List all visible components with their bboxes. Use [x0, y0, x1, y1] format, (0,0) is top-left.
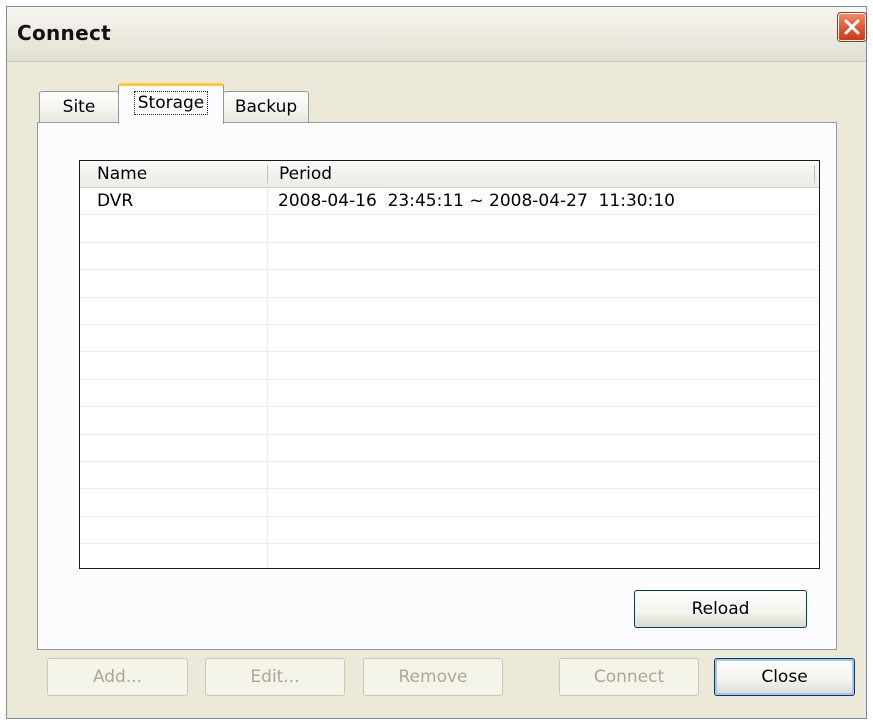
table-row[interactable]	[80, 517, 819, 545]
tab-backup[interactable]: Backup	[223, 91, 309, 123]
window-close-button[interactable]	[837, 12, 867, 42]
tab-site[interactable]: Site	[39, 91, 119, 123]
table-row[interactable]	[80, 352, 819, 380]
remove-button[interactable]: Remove	[363, 658, 503, 696]
column-divider[interactable]	[267, 165, 268, 183]
table-row[interactable]	[80, 243, 819, 271]
table-row[interactable]	[80, 462, 819, 490]
table-row[interactable]	[80, 215, 819, 243]
storage-tab-panel: Name Period DVR 2008-04-16 23:45:11 ~ 200…	[37, 122, 837, 650]
table-row[interactable]	[80, 270, 819, 298]
close-button[interactable]: Close	[714, 658, 855, 696]
tab-storage-label: Storage	[133, 91, 209, 115]
edit-button[interactable]: Edit...	[205, 658, 345, 696]
storage-list[interactable]: Name Period DVR 2008-04-16 23:45:11 ~ 200…	[79, 160, 820, 569]
row-name-cell: DVR	[97, 191, 134, 211]
reload-button[interactable]: Reload	[634, 590, 807, 628]
tab-storage[interactable]: Storage	[118, 83, 224, 124]
row-period-cell: 2008-04-16 23:45:11 ~ 2008-04-27 11:30:1…	[278, 191, 675, 211]
title-bar[interactable]: Connect	[7, 7, 867, 62]
add-button[interactable]: Add...	[47, 658, 188, 696]
table-row[interactable]	[80, 325, 819, 353]
table-row[interactable]	[80, 298, 819, 325]
list-rows: DVR 2008-04-16 23:45:11 ~ 2008-04-27 11:3…	[80, 188, 819, 568]
column-header-period[interactable]: Period	[279, 161, 332, 187]
list-header: Name Period	[80, 161, 819, 188]
table-row[interactable]	[80, 544, 819, 568]
connect-dialog: Connect Site Storage Backup Name Period …	[6, 6, 867, 719]
column-header-name[interactable]: Name	[97, 161, 147, 187]
connect-button[interactable]: Connect	[559, 658, 699, 696]
close-icon	[844, 19, 860, 35]
table-row[interactable]	[80, 489, 819, 517]
table-row[interactable]	[80, 380, 819, 408]
window-title: Connect	[17, 21, 111, 45]
table-row[interactable]	[80, 407, 819, 435]
table-row[interactable]	[80, 435, 819, 462]
column-divider[interactable]	[814, 165, 815, 183]
table-row[interactable]: DVR 2008-04-16 23:45:11 ~ 2008-04-27 11:3…	[80, 188, 819, 216]
